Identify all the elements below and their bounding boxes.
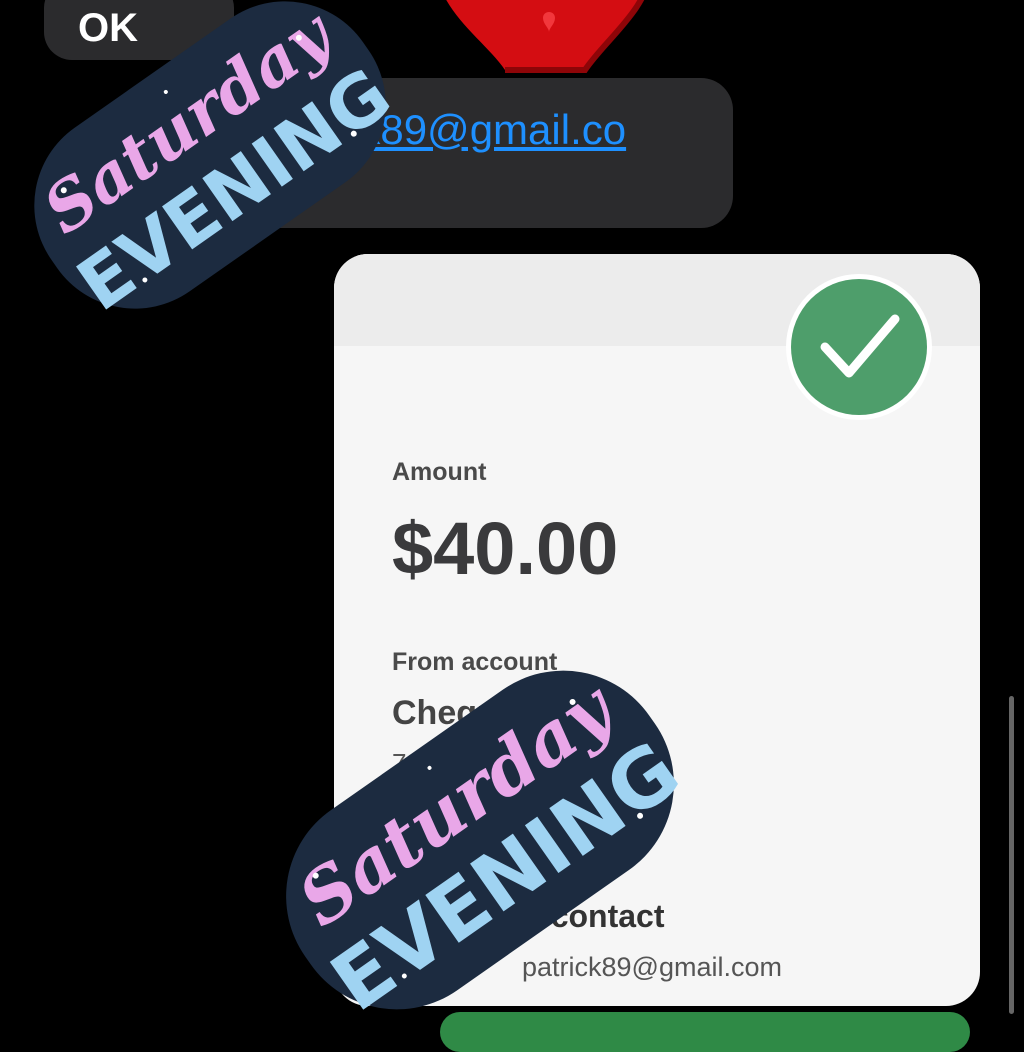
checkmark-icon <box>820 314 900 378</box>
saturday-evening-sticker: Saturday EVENING <box>283 664 696 1030</box>
amount-value: $40.00 <box>392 507 619 590</box>
heart-reaction-icon <box>446 0 645 73</box>
amount-label: Amount <box>392 458 487 486</box>
success-badge <box>786 274 932 420</box>
scrollbar[interactable] <box>1009 696 1014 1014</box>
success-circle <box>791 279 927 415</box>
saturday-evening-sticker: Saturday EVENING <box>29 0 406 320</box>
